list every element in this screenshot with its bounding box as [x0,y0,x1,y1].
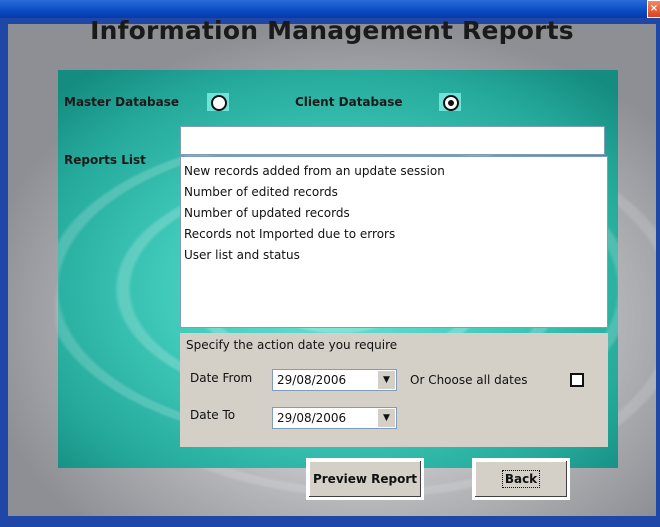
client-database-label: Client Database [295,95,403,109]
client-database-radio[interactable] [443,95,459,111]
list-item[interactable]: Number of edited records [184,182,604,203]
date-to-select[interactable]: 29/08/2006 ▼ [272,407,397,429]
list-item[interactable]: User list and status [184,245,604,266]
chevron-down-icon[interactable]: ▼ [377,409,395,427]
all-dates-label: Or Choose all dates [410,373,528,387]
date-to-label: Date To [190,408,236,422]
date-panel: Specify the action date you require Date… [180,333,608,447]
list-item[interactable]: New records added from an update session [184,161,604,182]
date-from-value: 29/08/2006 [277,373,347,387]
date-to-value: 29/08/2006 [277,411,347,425]
reports-list-label: Reports List [64,153,146,167]
all-dates-checkbox[interactable] [570,373,584,387]
master-database-label: Master Database [64,95,180,109]
reports-list[interactable]: New records added from an update session… [180,156,608,328]
date-heading: Specify the action date you require [186,338,398,352]
reports-search-input[interactable] [180,126,605,155]
back-label: Back [501,470,541,488]
preview-report-button[interactable]: Preview Report [306,458,424,500]
list-item[interactable]: Number of updated records [184,203,604,224]
list-item[interactable]: Records not Imported due to errors [184,224,604,245]
date-from-label: Date From [190,371,253,385]
back-button[interactable]: Back [472,458,570,500]
preview-report-label: Preview Report [312,472,418,486]
page-title: Information Management Reports [90,16,574,45]
date-from-select[interactable]: 29/08/2006 ▼ [272,369,397,391]
chevron-down-icon[interactable]: ▼ [377,371,395,389]
master-database-radio[interactable] [211,95,227,111]
